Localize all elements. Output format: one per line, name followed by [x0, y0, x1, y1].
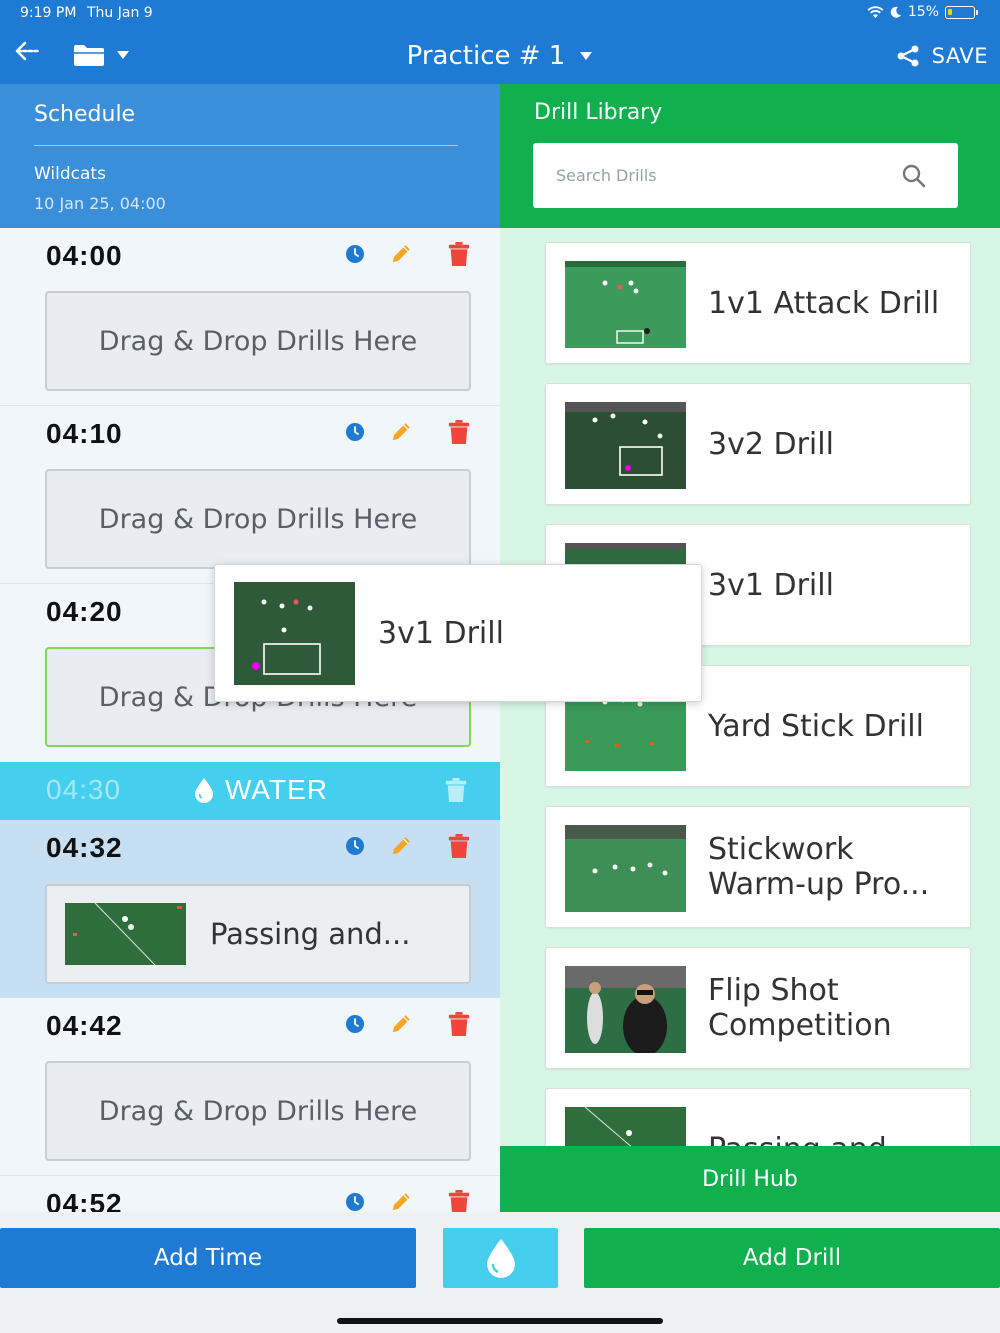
clock-icon[interactable] [343, 832, 367, 860]
practice-title: Practice # 1 [406, 41, 566, 71]
schedule-header: Schedule Wildcats 10 Jan 25, 04:00 [0, 84, 500, 228]
slot-actions [343, 832, 471, 860]
drill-library-item[interactable]: 1v1 Attack Drill [545, 242, 971, 364]
schedule-title: Schedule [34, 102, 136, 127]
water-break-row: 04:30 WATER [0, 762, 500, 820]
add-water-break-button[interactable] [443, 1228, 558, 1288]
drill-library-item[interactable]: Stickwork Warm-up Pro... [545, 806, 971, 928]
clock-icon[interactable] [343, 1188, 367, 1212]
drill-library-label: Stickwork Warm-up Pro... [708, 832, 930, 902]
delete-trash-icon[interactable] [447, 418, 471, 446]
folder-icon [74, 45, 104, 66]
water-time: 04:30 [46, 774, 122, 805]
clock-icon[interactable] [343, 240, 367, 268]
slot-actions [343, 1010, 471, 1038]
folder-menu-button[interactable] [72, 40, 138, 70]
drill-library-item[interactable]: 3v2 Drill [545, 383, 971, 505]
drill-thumbnail [65, 903, 186, 965]
home-indicator [337, 1318, 663, 1324]
drill-library-label: 3v1 Drill [708, 567, 834, 603]
slot-time: 04:20 [46, 596, 123, 627]
edit-pencil-icon[interactable] [389, 1188, 413, 1212]
back-arrow-icon[interactable] [14, 38, 44, 64]
water-label: WATER [225, 774, 328, 805]
scheduled-drill-card[interactable]: Passing and... [45, 884, 471, 984]
schedule-slot: 04:52 [0, 1176, 500, 1212]
scheduled-drill-label: Passing and... [210, 917, 411, 951]
slot-actions [343, 240, 471, 268]
slot-actions [343, 1188, 471, 1212]
schedule-list[interactable]: 04:00 Drag & Drop Drills Here 04:10 Drag… [0, 228, 500, 1212]
schedule-slot: 04:00 Drag & Drop Drills Here [0, 228, 500, 406]
delete-trash-icon[interactable] [444, 776, 468, 804]
water-drop-icon [486, 1239, 515, 1278]
caret-down-icon [117, 51, 129, 59]
save-label: SAVE [931, 44, 988, 68]
drill-thumbnail [565, 966, 686, 1053]
battery-percent: 15% [907, 4, 939, 20]
dragging-drill-card[interactable]: 3v1 Drill [214, 564, 702, 702]
drill-thumbnail [565, 261, 686, 348]
caret-down-icon [580, 52, 593, 60]
water-label-group: WATER [193, 774, 328, 806]
edit-pencil-icon[interactable] [389, 1010, 413, 1038]
delete-trash-icon[interactable] [447, 240, 471, 268]
status-date: Thu Jan 9 [87, 5, 153, 21]
share-icon [897, 45, 919, 67]
drill-library-label: Yard Stick Drill [708, 708, 924, 744]
wifi-icon [867, 5, 884, 18]
edit-pencil-icon[interactable] [389, 418, 413, 446]
edit-pencil-icon[interactable] [389, 240, 413, 268]
divider [34, 145, 458, 146]
drill-library-title: Drill Library [534, 100, 663, 125]
clock-icon[interactable] [343, 418, 367, 446]
drill-library-label: Flip Shot Competition [708, 973, 892, 1043]
drill-library-header: Drill Library [500, 84, 1000, 228]
drill-thumbnail [234, 582, 355, 685]
schedule-date: 10 Jan 25, 04:00 [34, 194, 166, 213]
search-drills-input[interactable] [533, 143, 893, 208]
dragging-drill-label: 3v1 Drill [378, 615, 504, 651]
add-drill-button[interactable]: Add Drill [584, 1228, 1000, 1288]
top-bar: 9:19 PM Thu Jan 9 15% Practice # 1 SAVE [0, 0, 1000, 84]
water-drop-icon [195, 778, 213, 803]
team-name: Wildcats [34, 164, 106, 184]
drill-library-label: 3v2 Drill [708, 426, 834, 462]
drop-zone[interactable]: Drag & Drop Drills Here [45, 291, 471, 391]
search-box [533, 143, 958, 208]
slot-time: 04:32 [46, 832, 123, 863]
drill-thumbnail [565, 1107, 686, 1146]
schedule-slot: 04:42 Drag & Drop Drills Here [0, 998, 500, 1176]
delete-trash-icon[interactable] [447, 1188, 471, 1212]
drop-zone[interactable]: Drag & Drop Drills Here [45, 469, 471, 569]
slot-time: 04:42 [46, 1010, 123, 1041]
slot-actions [343, 418, 471, 446]
edit-pencil-icon[interactable] [389, 832, 413, 860]
save-button[interactable]: SAVE [896, 38, 988, 74]
drill-hub-button[interactable]: Drill Hub [500, 1146, 1000, 1212]
bottom-toolbar: Add Time Add Drill [0, 1212, 1000, 1333]
delete-trash-icon[interactable] [447, 832, 471, 860]
battery-icon [945, 5, 975, 19]
drill-library-label: 1v1 Attack Drill [708, 285, 940, 321]
drop-zone[interactable]: Drag & Drop Drills Here [45, 1061, 471, 1161]
drill-thumbnail [565, 402, 686, 489]
delete-trash-icon[interactable] [447, 1010, 471, 1038]
drill-library-item[interactable]: Passing and [545, 1088, 971, 1146]
drill-library-item[interactable]: Flip Shot Competition [545, 947, 971, 1069]
drill-library-label: Passing and [708, 1089, 958, 1147]
practice-title-dropdown[interactable]: Practice # 1 [380, 38, 620, 74]
status-indicators: 15% [867, 4, 978, 20]
add-time-button[interactable]: Add Time [0, 1228, 416, 1288]
slot-time: 04:10 [46, 418, 123, 449]
schedule-slot-selected[interactable]: 04:32 Passing and... [0, 820, 500, 998]
status-time: 9:19 PM [20, 5, 77, 21]
schedule-slot: 04:10 Drag & Drop Drills Here [0, 406, 500, 584]
clock-icon[interactable] [343, 1010, 367, 1038]
drill-thumbnail [565, 825, 686, 912]
search-icon[interactable] [901, 163, 927, 189]
slot-time: 04:52 [46, 1188, 123, 1212]
slot-time: 04:00 [46, 240, 123, 271]
moon-icon [890, 6, 901, 18]
